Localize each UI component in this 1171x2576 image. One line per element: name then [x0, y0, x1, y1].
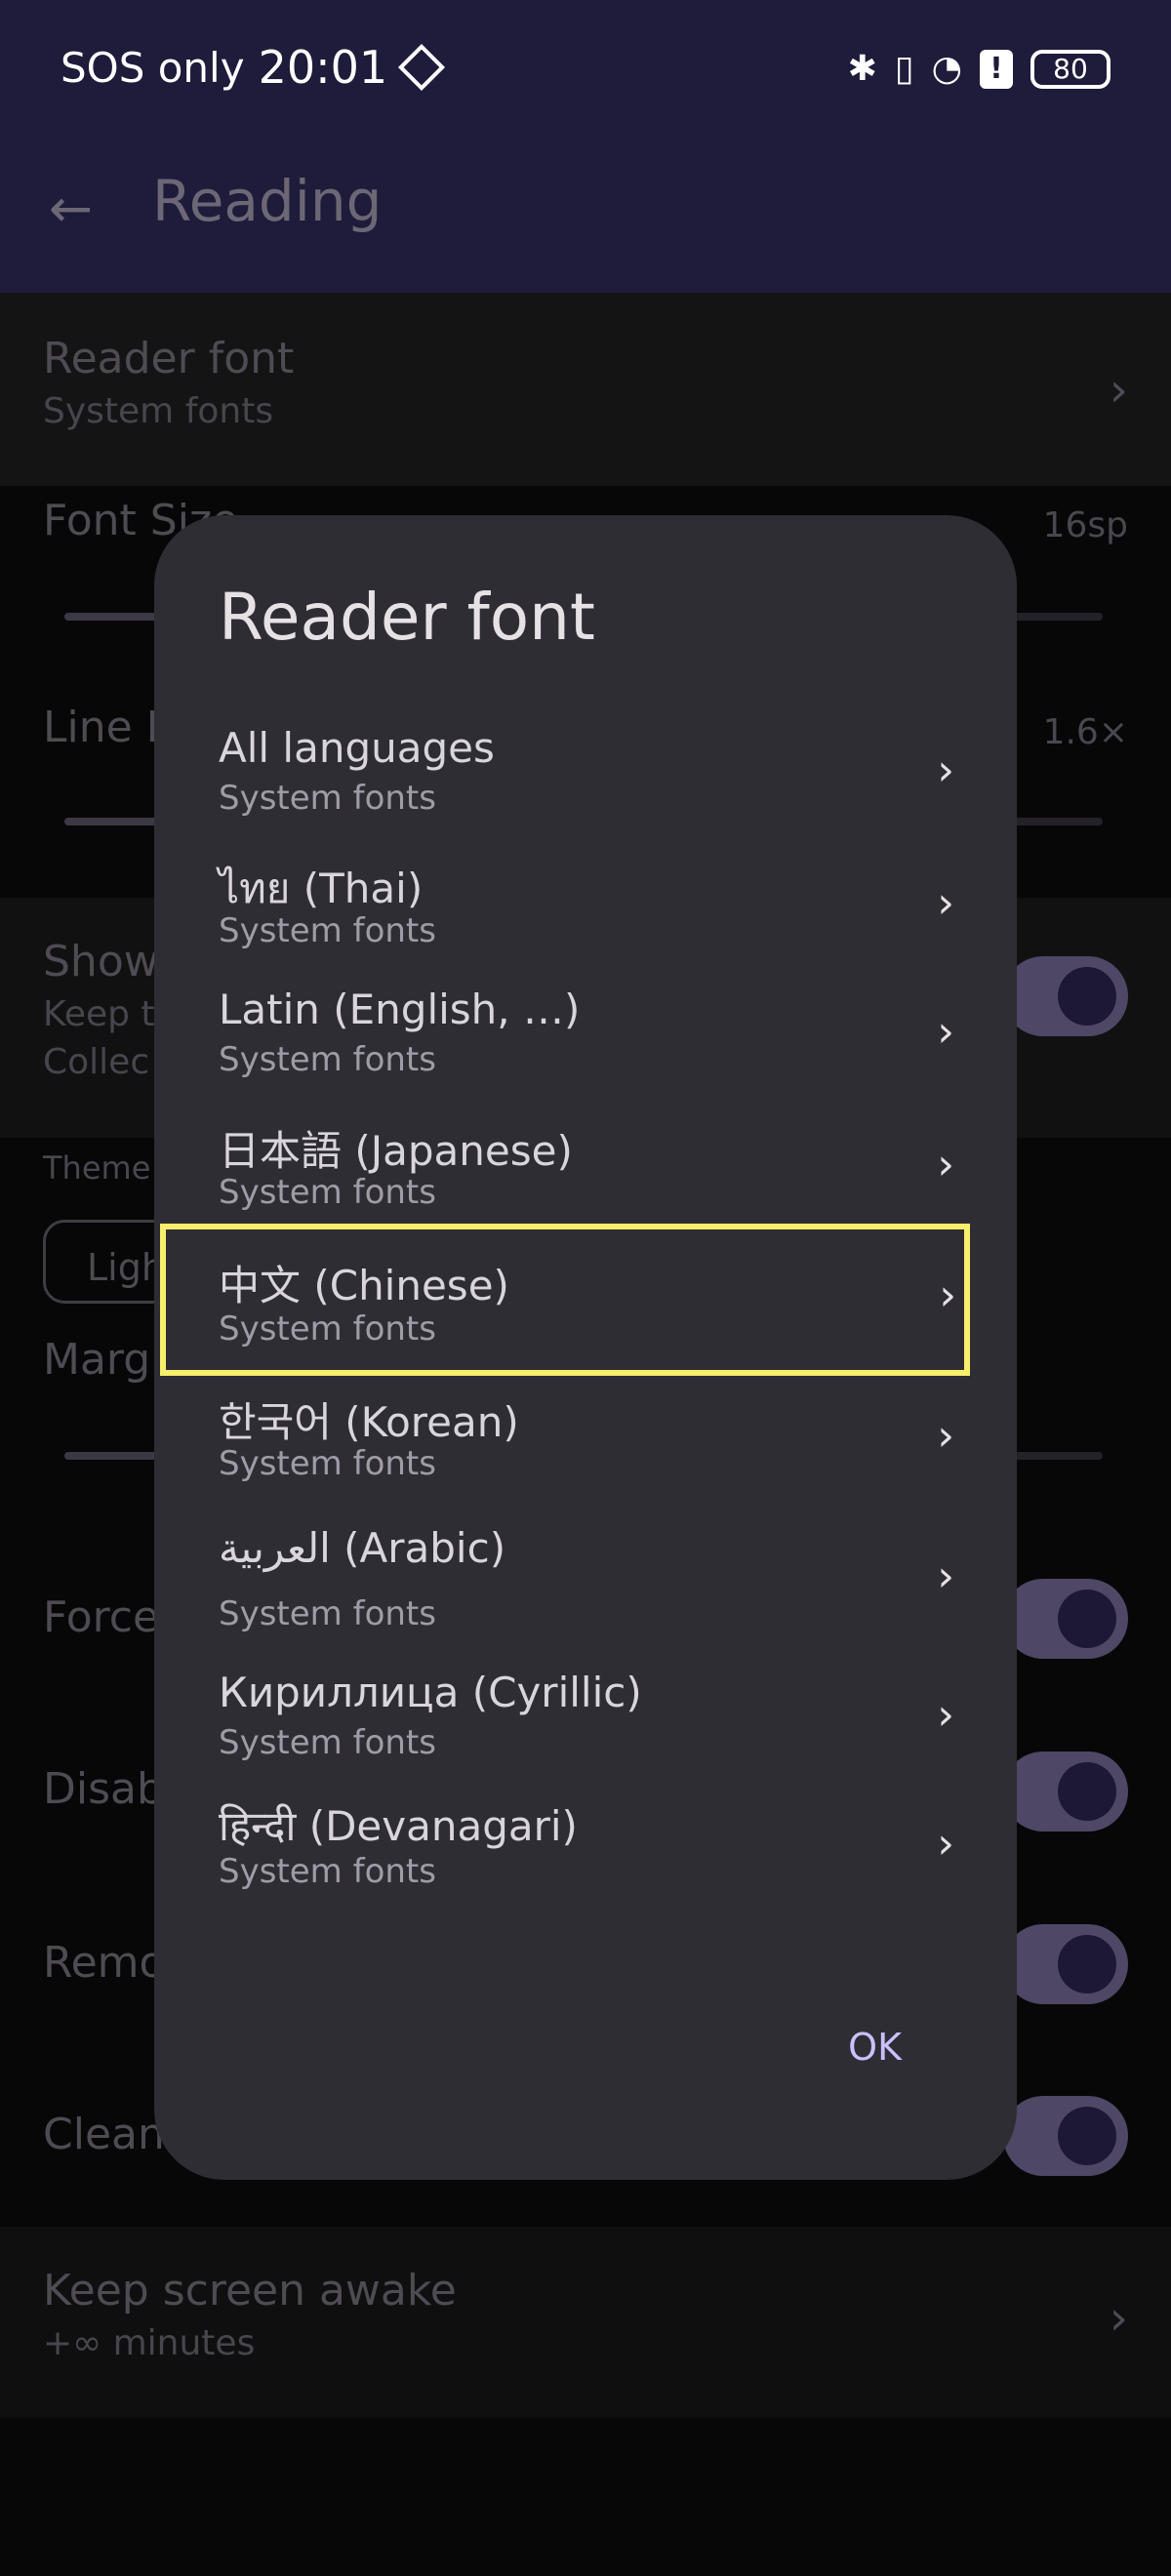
- chevron-right-icon: ›: [937, 1007, 954, 1057]
- setting-subtitle: Keep t: [43, 994, 155, 1034]
- setting-title: Reader font: [43, 334, 295, 383]
- font-option-all-languages[interactable]: All languages System fonts ›: [160, 724, 968, 870]
- setting-subtitle: System fonts: [43, 391, 274, 431]
- disable-toggle[interactable]: [1003, 1751, 1128, 1831]
- font-option-korean[interactable]: 한국어 (Korean) System fonts ›: [160, 1389, 968, 1536]
- chevron-right-icon: ›: [1109, 2291, 1128, 2346]
- setting-subtitle: Collec: [43, 1042, 150, 1082]
- setting-title: Marg: [43, 1335, 151, 1385]
- wifi-icon: ◔: [931, 49, 962, 89]
- theme-label: Theme: [43, 1149, 151, 1187]
- status-left: SOS only 20:01: [61, 41, 446, 94]
- setting-subtitle: +∞ minutes: [43, 2323, 256, 2363]
- clock: 20:01: [258, 41, 388, 94]
- setting-title: Clean: [43, 2110, 165, 2159]
- option-subtitle: System fonts: [219, 1040, 436, 1079]
- chevron-right-icon: ›: [937, 1411, 954, 1461]
- option-label: 中文 (Chinese): [219, 1262, 509, 1309]
- setting-title: Show: [43, 937, 159, 986]
- setting-keep-screen-awake[interactable]: Keep screen awake +∞ minutes: [43, 2266, 457, 2363]
- chevron-right-icon: ›: [939, 1270, 956, 1320]
- chevron-right-icon: ›: [1109, 363, 1128, 418]
- chevron-right-icon: ›: [937, 1140, 954, 1189]
- status-right: ✱ ▯ ◔ ! 80: [848, 49, 1110, 89]
- setting-margin: Marg: [43, 1335, 150, 1385]
- setting-force[interactable]: Force: [43, 1592, 159, 1642]
- option-subtitle: System fonts: [219, 1852, 436, 1891]
- setting-clean[interactable]: Clean: [43, 2110, 165, 2159]
- ok-button[interactable]: OK: [848, 2026, 902, 2069]
- clean-toggle[interactable]: [1003, 2096, 1128, 2176]
- setting-title: Force: [43, 1592, 160, 1642]
- bluetooth-icon: ✱: [847, 49, 877, 89]
- font-option-latin[interactable]: Latin (English, …) System fonts ›: [160, 986, 968, 1132]
- carrier-label: SOS only: [61, 43, 245, 92]
- font-option-cyrillic[interactable]: Кириллица (Cyrillic) System fonts ›: [160, 1669, 968, 1815]
- option-label: 한국어 (Korean): [219, 1398, 519, 1446]
- setting-disable[interactable]: Disab: [43, 1764, 164, 1814]
- page-title: Reading: [152, 168, 383, 234]
- option-subtitle: System fonts: [219, 1444, 436, 1483]
- battery-icon: 80: [1030, 49, 1110, 89]
- chevron-right-icon: ›: [937, 1690, 954, 1740]
- option-subtitle: System fonts: [219, 1723, 436, 1762]
- option-label: Latin (English, …): [219, 986, 581, 1033]
- setting-title: Keep screen awake: [43, 2266, 457, 2315]
- option-label: 日本語 (Japanese): [219, 1127, 573, 1175]
- show-toggle[interactable]: [1003, 956, 1128, 1036]
- font-option-arabic[interactable]: العربية (Arabic) System fonts ›: [160, 1524, 968, 1670]
- chevron-right-icon: ›: [937, 1551, 954, 1601]
- font-size-value: 16sp: [1042, 505, 1128, 545]
- remove-toggle[interactable]: [1003, 1924, 1128, 2004]
- chevron-right-icon: ›: [937, 745, 954, 795]
- setting-title: Remo: [43, 1938, 166, 1988]
- font-option-chinese[interactable]: 中文 (Chinese) System fonts ›: [160, 1224, 970, 1376]
- option-label: Кириллица (Cyrillic): [219, 1669, 642, 1716]
- font-option-thai[interactable]: ไทย (Thai) System fonts ›: [160, 857, 968, 1003]
- option-subtitle: System fonts: [219, 1173, 436, 1212]
- option-subtitle: System fonts: [219, 779, 436, 818]
- setting-remove[interactable]: Remo: [43, 1938, 165, 1988]
- option-label: All languages: [219, 724, 495, 772]
- alert-icon: !: [980, 49, 1013, 89]
- chevron-right-icon: ›: [937, 1819, 954, 1869]
- setting-show[interactable]: Show Keep t Collec: [43, 937, 159, 1082]
- option-subtitle: System fonts: [219, 1309, 436, 1348]
- setting-reader-font[interactable]: Reader font System fonts: [43, 334, 294, 431]
- option-subtitle: System fonts: [219, 911, 436, 950]
- status-bar: SOS only 20:01 ✱ ▯ ◔ ! 80 ← Reading: [0, 0, 1171, 293]
- option-subtitle: System fonts: [219, 1594, 436, 1633]
- setting-title: Disab: [43, 1764, 164, 1814]
- force-toggle[interactable]: [1003, 1579, 1128, 1659]
- nfc-icon: [398, 43, 446, 92]
- reader-font-dialog: Reader font All languages System fonts ›…: [154, 515, 1017, 2180]
- option-label: العربية (Arabic): [219, 1524, 506, 1572]
- dialog-title: Reader font: [219, 580, 595, 655]
- chevron-right-icon: ›: [937, 878, 954, 928]
- line-height-value: 1.6×: [1042, 712, 1128, 752]
- option-label: हिन्दी (Devanagari): [219, 1802, 578, 1850]
- font-option-devanagari[interactable]: हिन्दी (Devanagari) System fonts ›: [160, 1797, 968, 1944]
- vibrate-icon: ▯: [894, 49, 914, 89]
- arrow-back-icon[interactable]: ←: [49, 178, 93, 239]
